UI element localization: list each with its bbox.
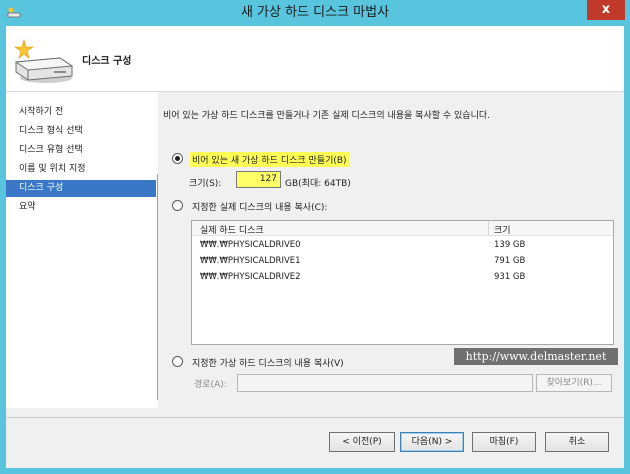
column-header-disk[interactable]: 실제 하드 디스크 (200, 223, 264, 236)
option-new-blank-disk-label[interactable]: 비어 있는 새 가상 하드 디스크 만들기(B) (190, 152, 349, 167)
page-title: 디스크 구성 (82, 56, 132, 67)
path-label: 경로(A): (194, 380, 227, 390)
browse-button[interactable]: 찾아보기(R)... (536, 374, 612, 392)
table-row-disk-name[interactable]: ₩₩.₩PHYSICALDRIVE2 (200, 272, 301, 282)
close-button[interactable]: x (587, 0, 625, 20)
table-row-disk-size: 139 GB (494, 240, 526, 250)
wizard-client-area: 디스크 구성 시작하기 전 디스크 형식 선택 디스크 유형 선택 이름 및 위… (6, 26, 624, 468)
radio-copy-virtual-disk[interactable] (172, 356, 183, 367)
next-button[interactable]: 다음(N) > (400, 432, 464, 452)
wizard-steps-nav: 시작하기 전 디스크 형식 선택 디스크 유형 선택 이름 및 위치 지정 디스… (6, 92, 158, 408)
path-input[interactable] (237, 374, 533, 392)
table-row-disk-name[interactable]: ₩₩.₩PHYSICALDRIVE0 (200, 240, 301, 250)
nav-step-before-you-begin[interactable]: 시작하기 전 (6, 104, 156, 121)
physical-disk-table[interactable]: 실제 하드 디스크 크기 ₩₩.₩PHYSICALDRIVE0 139 GB ₩… (191, 220, 614, 345)
option-copy-physical-disk-label[interactable]: 지정한 실제 디스크의 내용 복사(C): (190, 199, 329, 214)
column-divider (488, 221, 489, 236)
column-header-size[interactable]: 크기 (494, 223, 511, 236)
window-title: 새 가상 하드 디스크 마법사 (240, 5, 390, 20)
table-row-disk-size: 931 GB (494, 272, 526, 282)
nav-step-name-location[interactable]: 이름 및 위치 지정 (6, 161, 156, 178)
nav-step-choose-type[interactable]: 디스크 유형 선택 (6, 142, 156, 159)
footer-divider (6, 417, 624, 418)
title-bar[interactable]: 새 가상 하드 디스크 마법사 x (0, 0, 630, 26)
wizard-window: 새 가상 하드 디스크 마법사 x 디스크 구성 시작하기 전 디스크 형식 선… (0, 0, 630, 474)
nav-step-configure-disk[interactable]: 디스크 구성 (6, 180, 156, 197)
table-row-disk-name[interactable]: ₩₩.₩PHYSICALDRIVE1 (200, 256, 301, 266)
option-copy-virtual-disk-label[interactable]: 지정한 가상 하드 디스크의 내용 복사(V) (190, 355, 346, 370)
size-unit: GB(최대: 64TB) (285, 179, 351, 189)
size-input[interactable]: 127 (236, 171, 281, 188)
size-label: 크기(S): (189, 179, 222, 189)
cancel-button[interactable]: 취소 (545, 432, 609, 452)
radio-copy-physical-disk[interactable] (172, 200, 183, 211)
panel-description: 비어 있는 가상 하드 디스크를 만들거나 기존 실제 디스크의 내용을 복사할… (163, 111, 490, 121)
table-row-disk-size: 791 GB (494, 256, 526, 266)
nav-step-choose-format[interactable]: 디스크 형식 선택 (6, 123, 156, 140)
configure-disk-panel: 비어 있는 가상 하드 디스크를 만들거나 기존 실제 디스크의 내용을 복사할… (158, 92, 624, 408)
nav-step-summary[interactable]: 요약 (6, 199, 156, 216)
radio-new-blank-disk[interactable] (172, 153, 183, 164)
table-header: 실제 하드 디스크 크기 (192, 221, 613, 236)
watermark: http://www.delmaster.net (454, 348, 618, 365)
previous-button[interactable]: < 이전(P) (329, 432, 395, 452)
wizard-header: 디스크 구성 (6, 26, 624, 92)
hard-disk-sparkle-icon (14, 38, 74, 83)
finish-button[interactable]: 마침(F) (472, 432, 536, 452)
